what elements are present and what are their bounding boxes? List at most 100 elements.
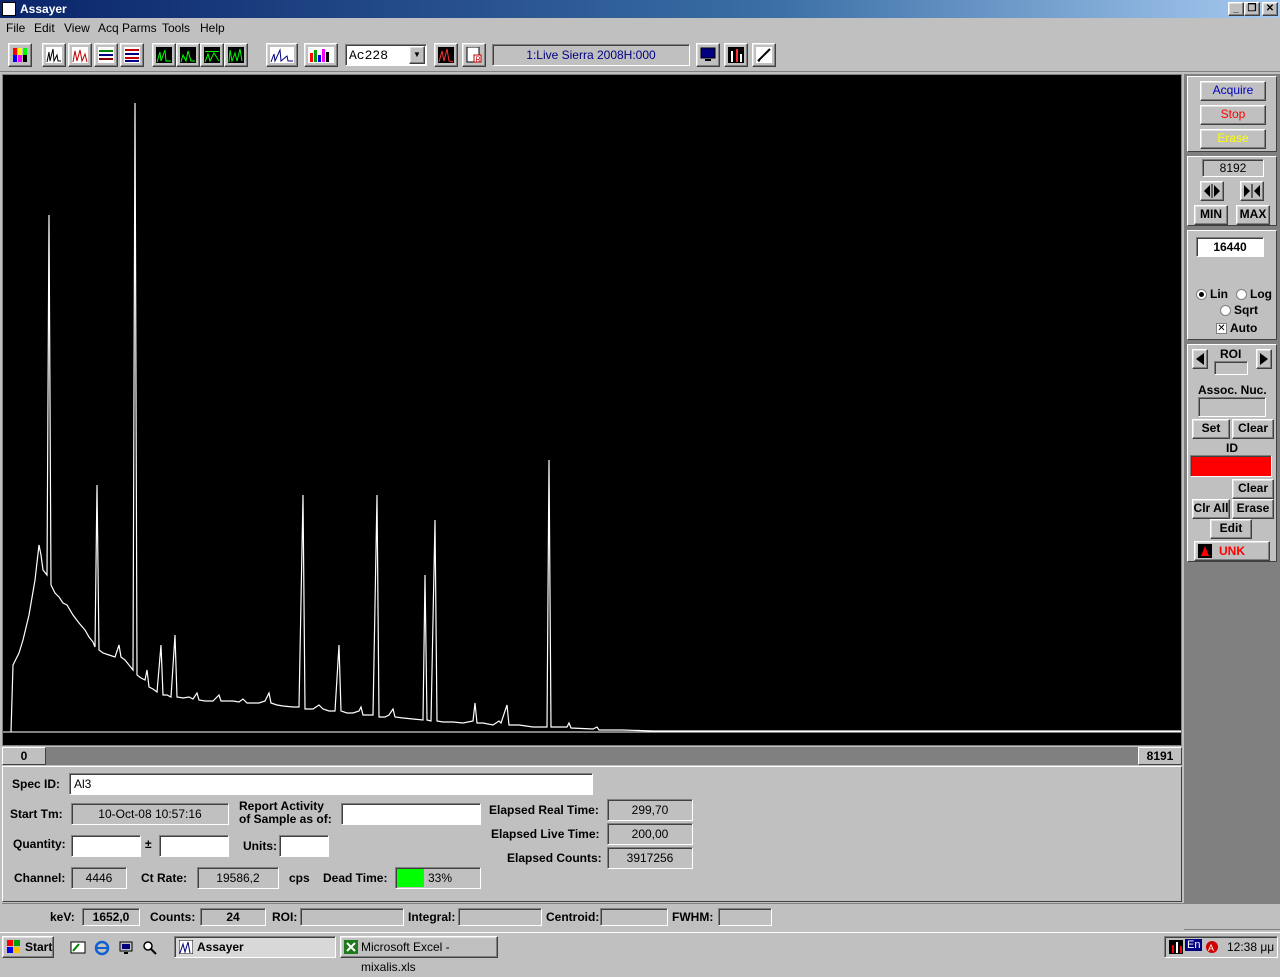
acquire-button[interactable]: Acquire — [1200, 81, 1266, 101]
window-title: Assayer — [20, 2, 67, 16]
monitor-button[interactable] — [696, 43, 720, 67]
scroll-max-label[interactable]: 8191 — [1138, 747, 1182, 765]
color-palette-button[interactable] — [8, 43, 32, 67]
roi-prev-button[interactable] — [1192, 349, 1208, 369]
peak-button[interactable] — [434, 43, 458, 67]
multi-color-icon — [308, 47, 334, 63]
roi-label: ROI — [1220, 347, 1242, 361]
assoc-nuc-field[interactable] — [1198, 397, 1266, 417]
spectrum-green-2-icon — [180, 47, 196, 63]
spectrum-blue-button[interactable] — [266, 43, 298, 67]
acquisition-group: Acquire Stop Erase — [1187, 76, 1277, 152]
task-excel-label: Microsoft Excel - mixalis.xls — [361, 940, 450, 974]
task-excel[interactable]: Microsoft Excel - mixalis.xls — [340, 936, 498, 974]
chart-tools-button[interactable] — [724, 43, 748, 67]
internet-explorer-icon[interactable] — [94, 940, 110, 956]
clear-id-button[interactable]: Clear — [1232, 479, 1274, 499]
stop-button[interactable]: Stop — [1200, 105, 1266, 125]
max-button[interactable]: MAX — [1236, 205, 1270, 225]
report-button[interactable]: R — [462, 43, 486, 67]
nuclide-select[interactable]: Ac228 ▼ — [345, 44, 427, 66]
menu-edit[interactable]: Edit — [34, 21, 55, 35]
start-button[interactable]: Start — [2, 936, 54, 958]
clock: 12:38 μμ — [1227, 940, 1275, 954]
channel-scrollbar[interactable]: 0 8191 — [2, 747, 1182, 765]
edit-button[interactable]: Edit — [1210, 519, 1252, 539]
spectrum-green-4-button[interactable] — [224, 43, 248, 67]
spectrum-view-button[interactable] — [42, 43, 66, 67]
restore-button[interactable]: ❐ — [1244, 2, 1260, 16]
report-icon: R — [466, 47, 482, 63]
language-indicator[interactable]: En — [1185, 939, 1203, 951]
dead-time-label: Dead Time: — [323, 871, 388, 885]
detector-label: 1:Live Sierra 2008H:000 — [492, 44, 690, 66]
minimize-button[interactable]: _ — [1228, 2, 1244, 16]
menu-help[interactable]: Help — [200, 21, 225, 35]
start-label: Start — [25, 940, 53, 954]
spectrum-info-panel: Spec ID: Al3 Start Tm: 10-Oct-08 10:57:1… — [2, 766, 1182, 902]
sqrt-radio[interactable] — [1220, 305, 1231, 316]
show-desktop-icon[interactable] — [70, 940, 86, 956]
task-assayer[interactable]: Assayer — [174, 936, 336, 958]
roi-field[interactable] — [1214, 361, 1248, 375]
log-label: Log — [1250, 287, 1272, 301]
report-activity-field[interactable] — [341, 803, 481, 825]
scroll-min-label[interactable]: 0 — [2, 747, 46, 765]
clear-nuc-button[interactable]: Clear — [1232, 419, 1274, 439]
spectrum-green-3-button[interactable] — [200, 43, 224, 67]
vertical-scale-group: 16440 Lin Log Sqrt ✕ Auto — [1187, 230, 1277, 340]
start-time-label: Start Tm: — [10, 807, 63, 821]
spectrum-green-2-button[interactable] — [176, 43, 200, 67]
counts-label: Counts: — [150, 910, 196, 924]
min-button[interactable]: MIN — [1194, 205, 1228, 225]
compress-button[interactable] — [1240, 181, 1264, 201]
spectrum-compare-icon — [72, 47, 88, 63]
pencil-button[interactable] — [752, 43, 776, 67]
auto-label: Auto — [1230, 321, 1258, 335]
spec-id-field[interactable]: Al3 — [69, 773, 593, 795]
spectrum-green-1-button[interactable] — [152, 43, 176, 67]
vertical-full-scale[interactable]: 16440 — [1196, 237, 1264, 257]
erase-id-button[interactable]: Erase — [1232, 499, 1274, 519]
quantity-uncertainty-field[interactable] — [159, 835, 229, 857]
log-radio[interactable] — [1236, 289, 1247, 300]
erase-button[interactable]: Erase — [1200, 129, 1266, 149]
roi-next-button[interactable] — [1256, 349, 1272, 369]
bars-button[interactable] — [94, 43, 118, 67]
antivirus-icon[interactable]: A — [1205, 940, 1219, 954]
set-button[interactable]: Set — [1192, 419, 1230, 439]
lin-radio[interactable] — [1196, 289, 1207, 300]
quantity-field[interactable] — [71, 835, 141, 857]
menu-bar: File Edit View Acq Parms Tools Help — [0, 18, 1280, 38]
excel-icon — [344, 940, 358, 954]
menu-file[interactable]: File — [6, 21, 25, 35]
menu-acq-parms[interactable]: Acq Parms — [98, 21, 157, 35]
report-activity-label-1: Report Activity — [239, 799, 324, 813]
roi-status-label: ROI: — [272, 910, 298, 924]
bars-icon — [98, 47, 114, 63]
elapsed-live-label: Elapsed Live Time: — [491, 827, 600, 841]
search-icon[interactable] — [142, 940, 158, 956]
pencil-icon — [756, 47, 772, 63]
multi-color-button[interactable] — [304, 43, 338, 67]
chevron-down-icon[interactable]: ▼ — [409, 46, 425, 64]
monitor-icon — [700, 47, 716, 61]
auto-checkbox[interactable]: ✕ — [1216, 323, 1227, 334]
units-field[interactable] — [279, 835, 329, 857]
menu-tools[interactable]: Tools — [162, 21, 190, 35]
spectrum-display[interactable] — [2, 74, 1182, 746]
close-button[interactable]: ✕ — [1262, 2, 1278, 16]
network-icon[interactable] — [118, 940, 134, 956]
peak-icon — [438, 47, 454, 63]
expand-button[interactable] — [1200, 181, 1224, 201]
spectrum-plot[interactable] — [3, 75, 1181, 745]
tray-app-icon[interactable] — [1169, 940, 1183, 954]
list-button[interactable] — [120, 43, 144, 67]
clear-all-button[interactable]: Clr All — [1192, 499, 1230, 519]
title-bar: Assayer _ ❐ ✕ — [0, 0, 1280, 18]
spectrum-compare-button[interactable] — [68, 43, 92, 67]
integral-label: Integral: — [408, 910, 456, 924]
unk-button[interactable]: UNK — [1194, 541, 1270, 561]
menu-view[interactable]: View — [64, 21, 90, 35]
quantity-label: Quantity: — [13, 837, 66, 851]
